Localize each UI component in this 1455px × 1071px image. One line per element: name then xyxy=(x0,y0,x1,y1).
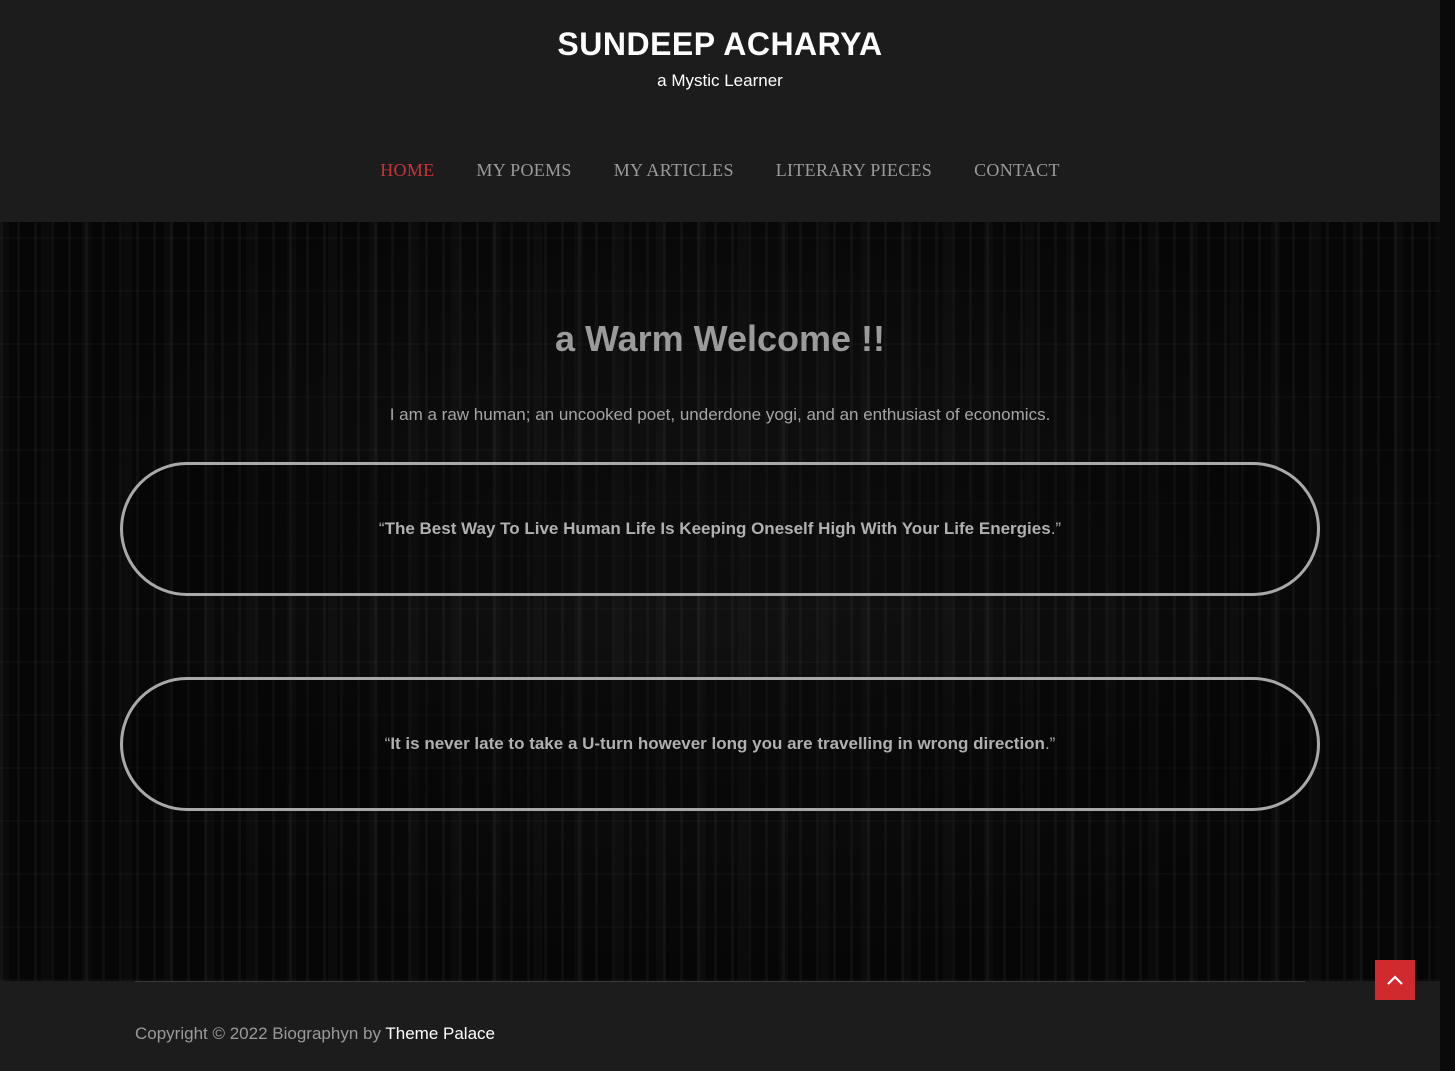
back-to-top-button[interactable] xyxy=(1375,960,1415,1000)
quote-body: It is never late to take a U-turn howeve… xyxy=(390,734,1045,753)
nav-item-my-poems[interactable]: MY POEMS xyxy=(476,160,571,181)
nav-item-literary-pieces[interactable]: LITERARY PIECES xyxy=(776,160,932,181)
copyright-text: Copyright © 2022 Biographyn by Theme Pal… xyxy=(135,1024,495,1044)
quote-body: The Best Way To Live Human Life Is Keepi… xyxy=(384,519,1051,538)
site-title[interactable]: SUNDEEP ACHARYA xyxy=(0,26,1440,63)
page: SUNDEEP ACHARYA a Mystic Learner HOME MY… xyxy=(0,0,1455,1071)
copyright-prefix: Copyright © 2022 Biographyn by xyxy=(135,1024,386,1043)
hero-heading: a Warm Welcome !! xyxy=(554,318,886,359)
nav-item-home[interactable]: HOME xyxy=(380,160,434,181)
hero-intro: I am a raw human; an uncooked poet, unde… xyxy=(389,405,1051,424)
quote-card: “The Best Way To Live Human Life Is Keep… xyxy=(120,462,1320,596)
nav-item-my-articles[interactable]: MY ARTICLES xyxy=(614,160,734,181)
quote-card: “It is never late to take a U-turn howev… xyxy=(120,677,1320,811)
site-header: SUNDEEP ACHARYA a Mystic Learner HOME MY… xyxy=(0,0,1440,222)
quote-text: “It is never late to take a U-turn howev… xyxy=(385,734,1056,754)
site-footer: Copyright © 2022 Biographyn by Theme Pal… xyxy=(0,981,1440,1071)
nav-item-contact[interactable]: CONTACT xyxy=(974,160,1060,181)
chevron-up-icon xyxy=(1387,975,1403,985)
hero-section: a Warm Welcome !! I am a raw human; an u… xyxy=(0,222,1455,981)
quote-text: “The Best Way To Live Human Life Is Keep… xyxy=(379,519,1061,539)
theme-palace-link[interactable]: Theme Palace xyxy=(385,1024,495,1043)
main-nav: HOME MY POEMS MY ARTICLES LITERARY PIECE… xyxy=(0,160,1440,181)
scrollbar[interactable] xyxy=(1440,0,1455,1071)
quote-close-mark: .” xyxy=(1050,519,1062,538)
quote-close-mark: .” xyxy=(1044,734,1056,753)
site-tagline: a Mystic Learner xyxy=(657,71,783,90)
footer-divider xyxy=(135,981,1305,982)
